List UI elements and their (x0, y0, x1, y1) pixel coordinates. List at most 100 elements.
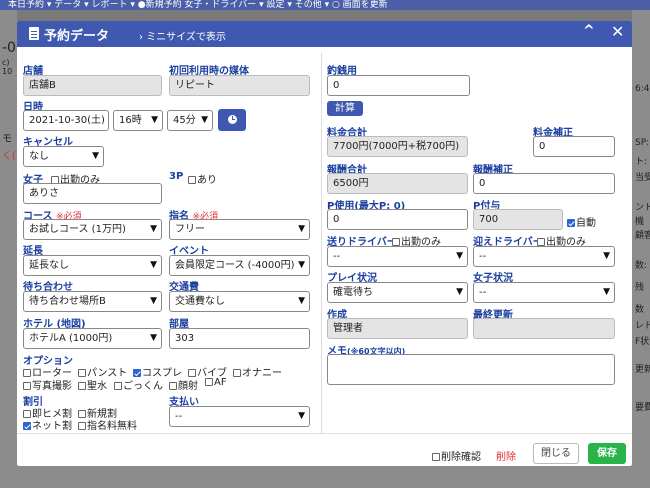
discount-checkbox[interactable]: 指名料無料 (78, 417, 137, 432)
chevron-right-icon: › (139, 32, 143, 43)
close-button[interactable]: 閉じる (533, 443, 579, 464)
calculate-button[interactable]: 計算 (327, 101, 363, 116)
background-left-panel: -00 c) 10 モ く( (0, 10, 25, 488)
discount-option-label: ネット割 (32, 421, 72, 432)
chevron-down-icon: ▼ (298, 224, 305, 234)
minute-select[interactable]: 45分 ▼ (167, 110, 213, 131)
auto-checkbox[interactable]: 自動 (567, 214, 596, 229)
cancel-select[interactable]: なし ▼ (23, 146, 104, 167)
nomination-select[interactable]: フリー ▼ (169, 219, 310, 240)
option-checkbox[interactable]: ごっくん (114, 377, 163, 392)
hotel-value: ホテルA (1000円) (29, 333, 113, 344)
chevron-down-icon: ▼ (603, 287, 610, 297)
play-status-value: 確電待ち (333, 287, 373, 298)
payment-select[interactable]: -- ▼ (169, 406, 310, 427)
transport-select[interactable]: 交通費なし ▼ (169, 291, 310, 312)
option-label: AF (214, 377, 227, 388)
reward-adjust-input[interactable]: 0 (473, 173, 615, 194)
background-left-fragment: c) 10 (2, 58, 13, 76)
chevron-down-icon: ▼ (603, 251, 610, 261)
points-grant-field: 700 (473, 209, 563, 230)
background-right-fragment: ト: (635, 157, 648, 167)
room-input[interactable]: 303 (169, 328, 310, 349)
background-right-panel: 6:45 SP: ト: 当受領 ント 機 顧客 数: 残 数 レドデ F状況 更… (632, 10, 650, 488)
checkbox-box-checked (23, 422, 31, 430)
collapse-icon[interactable]: ^ (583, 23, 595, 39)
checkbox-box-checked (567, 219, 575, 227)
created-field: 管理者 (327, 318, 468, 339)
delete-confirm-checkbox[interactable]: 削除確認 (432, 448, 481, 463)
threep-option-label: あり (197, 175, 217, 186)
checkbox-box (233, 369, 241, 377)
background-right-fragment: 更新 (635, 365, 650, 375)
option-checkbox[interactable]: 写真撮影 (23, 377, 72, 392)
course-select[interactable]: お試しコース (1万円) ▼ (23, 219, 162, 240)
media-field: リピート (169, 75, 310, 96)
store-field: 店舗B (23, 75, 162, 96)
chevron-down-icon: ▼ (150, 224, 157, 234)
auto-label: 自動 (576, 218, 596, 229)
option-checkbox[interactable]: AF (205, 377, 227, 388)
event-select[interactable]: 会員限定コース (-4000円) ▼ (169, 255, 310, 276)
chevron-down-icon: ▼ (150, 333, 157, 343)
checkbox-box (188, 176, 196, 184)
pickup-driver-value: -- (479, 251, 487, 262)
close-icon[interactable]: ✕ (611, 22, 624, 41)
meeting-select[interactable]: 待ち合わせ場所B ▼ (23, 291, 162, 312)
checkbox-box (114, 382, 122, 390)
option-label: 写真撮影 (32, 381, 72, 392)
chevron-down-icon: ▼ (298, 260, 305, 270)
chevron-down-icon: ▼ (456, 251, 463, 261)
send-driver-select[interactable]: -- ▼ (327, 246, 468, 267)
mini-size-label: ミニサイズで表示 (146, 32, 226, 43)
clock-button[interactable] (218, 109, 246, 131)
modal-header: 予約データ › ミニサイズで表示 ^ ✕ (17, 21, 632, 47)
background-right-fragment: 要費 (635, 403, 650, 413)
girl-status-value: -- (479, 287, 487, 298)
discount-checkbox[interactable]: ネット割 (23, 417, 72, 432)
chevron-down-icon: ▼ (150, 296, 157, 306)
checkbox-box (205, 378, 213, 386)
date-input[interactable]: 2021-10-30(土) (23, 110, 109, 131)
adjust-input[interactable]: 0 (533, 136, 615, 157)
hour-select[interactable]: 16時 ▼ (113, 110, 163, 131)
delete-button[interactable]: 削除 (496, 448, 516, 463)
pickup-driver-select[interactable]: -- ▼ (473, 246, 615, 267)
event-value: 会員限定コース (-4000円) (175, 260, 295, 271)
background-right-fragment: 6:45 (635, 84, 650, 94)
save-button[interactable]: 保存 (588, 443, 626, 464)
memo-textarea[interactable] (327, 354, 615, 385)
hour-value: 16時 (119, 115, 142, 126)
girl-status-select[interactable]: -- ▼ (473, 282, 615, 303)
background-right-fragment: レドデ (635, 321, 650, 331)
checkbox-box (78, 382, 86, 390)
reservation-modal: 予約データ › ミニサイズで表示 ^ ✕ 店舗 店舗B 初回利用時の媒体 リピー… (17, 21, 632, 466)
option-label: オナニー (242, 368, 282, 379)
girl-input[interactable]: ありさ (23, 183, 162, 204)
checkbox-box (78, 369, 86, 377)
checkbox-box (392, 238, 400, 246)
threep-checkbox[interactable]: あり (188, 171, 217, 186)
threep-label: 3P (169, 171, 184, 182)
background-right-fragment: ント (635, 203, 650, 213)
background-right-fragment: 顧客 (635, 231, 650, 241)
hotel-select[interactable]: ホテルA (1000円) ▼ (23, 328, 162, 349)
total-field: 7700円(7000円+税700円) (327, 136, 468, 157)
checkbox-box (23, 382, 31, 390)
points-used-input[interactable]: 0 (327, 209, 468, 230)
transport-value: 交通費なし (175, 296, 225, 307)
mini-size-link[interactable]: › ミニサイズで表示 (139, 28, 226, 43)
cancel-value: なし (29, 151, 49, 162)
option-checkbox[interactable]: 聖水 (78, 377, 107, 392)
change-input[interactable]: 0 (327, 75, 470, 96)
delete-confirm-label: 削除確認 (441, 452, 481, 463)
clock-icon (227, 115, 237, 124)
option-checkbox[interactable]: オナニー (233, 364, 282, 379)
column-divider (321, 53, 322, 433)
extension-select[interactable]: 延長なし ▼ (23, 255, 162, 276)
checkbox-box (537, 238, 545, 246)
checkbox-box (432, 453, 440, 461)
play-status-select[interactable]: 確電待ち ▼ (327, 282, 468, 303)
payment-value: -- (175, 411, 183, 422)
option-checkbox[interactable]: 顔射 (169, 377, 198, 392)
